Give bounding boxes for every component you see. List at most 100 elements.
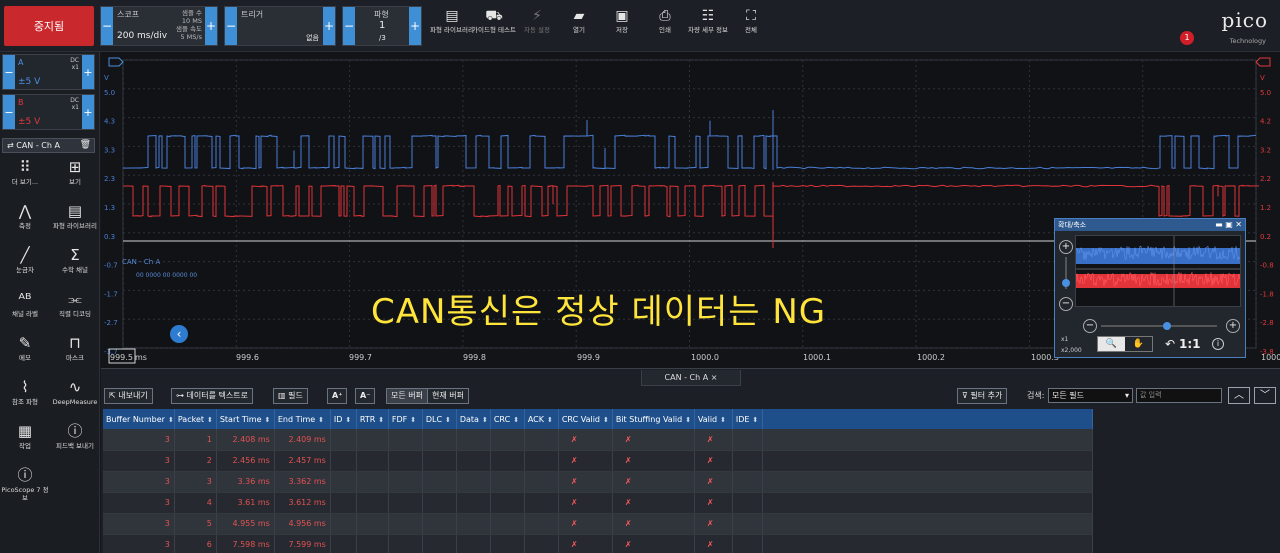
table-row[interactable]: 3 3 3.36 ms 3.362 ms ✗ ✗ ✗ <box>103 471 1093 493</box>
sidebar-button-serial-decode[interactable]: ⫘ 직렬 디코딩 <box>50 290 100 318</box>
sidebar-button-abcd[interactable]: ᴬᴮ 채널 라벨 <box>0 290 50 318</box>
sidebar-button-view-grid[interactable]: ⊞ 보기 <box>50 158 100 186</box>
table-row[interactable]: 3 2 2.456 ms 2.457 ms ✗ ✗ ✗ <box>103 450 1093 472</box>
channel-a-control[interactable]: − A DC x1 ±5 V + <box>2 54 95 90</box>
trigger-control[interactable]: − 트리거 없음 + <box>224 6 336 46</box>
channel-a-decrease-button[interactable]: − <box>3 55 15 89</box>
channel-a-increase-button[interactable]: + <box>82 55 94 89</box>
x-zoom-thumb[interactable] <box>1163 322 1171 330</box>
column-header[interactable]: End Time ⬍ <box>274 409 331 429</box>
sort-icon[interactable]: ⬍ <box>685 416 691 424</box>
search-input[interactable]: 값 입력 <box>1136 388 1222 403</box>
sort-icon[interactable]: ⬍ <box>752 416 758 424</box>
font-decrease-button[interactable]: A⁻ <box>355 388 376 404</box>
column-header[interactable]: CRC Valid ⬍ <box>558 409 613 429</box>
toolbar-fullscreen-button[interactable]: ⛶ 전체 <box>723 6 779 46</box>
timebase-increase-button[interactable]: + <box>205 7 217 45</box>
x-zoom-track[interactable] <box>1101 325 1217 327</box>
zoom-tool-icon[interactable]: 🔍 <box>1098 337 1125 351</box>
search-prev-button[interactable]: ︿ <box>1228 387 1250 404</box>
column-header[interactable]: IDE ⬍ <box>732 409 763 429</box>
sort-icon[interactable]: ⬍ <box>265 416 271 424</box>
scroll-left-button[interactable]: ‹ <box>170 325 188 343</box>
trigger-decrease-button[interactable]: − <box>225 7 237 45</box>
waveform-prev-button[interactable]: − <box>343 7 355 45</box>
zoom-panel-controls[interactable]: ▬ ▣ ✕ <box>1215 219 1242 231</box>
sort-icon[interactable]: ⬍ <box>603 416 609 424</box>
sort-icon[interactable]: ⬍ <box>720 416 726 424</box>
sort-icon[interactable]: ⬍ <box>378 416 384 424</box>
channel-b-control[interactable]: − B DC x1 ±5 V + <box>2 94 95 130</box>
channel-b-increase-button[interactable]: + <box>82 95 94 129</box>
column-header[interactable]: Bit Stuffing Valid ⬍ <box>612 409 695 429</box>
y-zoom-thumb[interactable] <box>1062 279 1070 287</box>
sidebar-button-library[interactable]: ▤ 파형 라이브러리 <box>50 202 100 230</box>
search-next-button[interactable]: ﹀ <box>1254 387 1276 404</box>
undo-zoom-icon[interactable]: ↶ <box>1165 337 1175 351</box>
current-buffer-button[interactable]: 현재 버퍼 <box>427 388 469 404</box>
trash-icon[interactable]: 🗑 <box>80 139 91 152</box>
sidebar-button-reference[interactable]: ⌇ 참조 파형 <box>0 378 50 406</box>
sidebar-button-sigma[interactable]: Σ 수학 채널 <box>50 246 100 274</box>
sidebar-button-deepmeasure[interactable]: ∿ DeepMeasure <box>50 378 100 406</box>
channel-b-decrease-button[interactable]: − <box>3 95 15 129</box>
zoom-ratio[interactable]: 1:1 <box>1179 337 1201 351</box>
zoom-out-y-button[interactable]: − <box>1059 297 1073 311</box>
notification-badge[interactable]: 1 <box>1180 31 1194 45</box>
sort-icon[interactable]: ⬍ <box>410 416 416 424</box>
table-row[interactable]: 3 5 4.955 ms 4.956 ms ✗ ✗ ✗ <box>103 513 1093 535</box>
column-header[interactable]: DLC ⬍ <box>422 409 457 429</box>
sort-icon[interactable]: ⬍ <box>345 416 351 424</box>
zoom-out-x-button[interactable]: − <box>1083 319 1097 333</box>
pan-hand-icon[interactable]: ✋ <box>1125 337 1152 351</box>
table-row[interactable]: 3 1 2.408 ms 2.409 ms ✗ ✗ ✗ <box>103 429 1093 451</box>
data-as-text-button[interactable]: ⊶ 데이터를 텍스트로 <box>171 388 253 404</box>
search-field-select[interactable]: 모든 필드 ▾ <box>1048 388 1133 403</box>
timebase-decrease-button[interactable]: − <box>101 7 113 45</box>
sort-icon[interactable]: ⬍ <box>513 416 519 424</box>
trigger-increase-button[interactable]: + <box>323 7 335 45</box>
column-header[interactable]: RTR ⬍ <box>356 409 389 429</box>
sort-icon[interactable]: ⬍ <box>207 416 213 424</box>
sidebar-button-mask[interactable]: ⊓ 마스크 <box>50 334 100 362</box>
decode-table[interactable]: Buffer Number ⬍ Packet ⬍ Start Time ⬍ End Time… <box>103 409 1093 553</box>
column-header[interactable]: Start Time ⬍ <box>216 409 275 429</box>
sidebar-button-measure[interactable]: ⋀ 측정 <box>0 202 50 230</box>
zoom-overview-panel[interactable]: 확대/축소 ▬ ▣ ✕ + − − + x1 x2,000 🔍 ✋ ↶ 1:1 i <box>1054 218 1246 358</box>
sort-icon[interactable]: ⬍ <box>318 416 324 424</box>
decode-pane-tab[interactable]: CAN - Ch A × <box>641 370 741 386</box>
font-increase-button[interactable]: A⁺ <box>327 388 348 404</box>
sort-icon[interactable]: ⬍ <box>482 416 488 424</box>
export-button[interactable]: ⇱ 내보내기 <box>104 388 153 404</box>
timebase-control[interactable]: − 스코프 200 ms/div 샘플 수 10 MS 샘플 속도 5 MS/s… <box>100 6 218 46</box>
column-header[interactable]: Data ⬍ <box>456 409 491 429</box>
sidebar-button-feedback[interactable]: ⓘ 피드백 보내기 <box>50 422 100 450</box>
fields-button[interactable]: ▥ 필드 <box>273 388 308 404</box>
column-header[interactable]: Valid ⬍ <box>694 409 733 429</box>
zoom-overview[interactable] <box>1075 235 1241 307</box>
sort-icon[interactable]: ⬍ <box>547 416 553 424</box>
all-buffers-button[interactable]: 모든 버퍼 <box>386 388 428 404</box>
column-header[interactable]: FDF ⬍ <box>388 409 423 429</box>
sort-icon[interactable]: ⬍ <box>168 416 174 424</box>
sidebar-button-ruler[interactable]: ╱ 눈금자 <box>0 246 50 274</box>
waveform-next-button[interactable]: + <box>409 7 421 45</box>
sidebar-button-note[interactable]: ✎ 메모 <box>0 334 50 362</box>
sidebar-button-info[interactable]: ⓘ PicoScope 7 정보 <box>0 466 50 502</box>
table-row[interactable]: 3 4 3.61 ms 3.612 ms ✗ ✗ ✗ <box>103 492 1093 514</box>
column-header[interactable]: ACK ⬍ <box>524 409 559 429</box>
decoder-tab[interactable]: ⇄ CAN - Ch A 🗑 <box>2 138 95 153</box>
sidebar-button-more-dots[interactable]: ⠿ 더 보기... <box>0 158 50 186</box>
column-header[interactable]: CRC ⬍ <box>490 409 525 429</box>
table-row[interactable]: 3 6 7.598 ms 7.599 ms ✗ ✗ ✗ <box>103 534 1093 553</box>
zoom-in-x-button[interactable]: + <box>1226 319 1240 333</box>
run-stop-button[interactable]: 중지됨 <box>4 6 94 46</box>
sidebar-button-clapper[interactable]: ▦ 작업 <box>0 422 50 450</box>
column-header[interactable]: Packet ⬍ <box>174 409 217 429</box>
zoom-in-y-button[interactable]: + <box>1059 240 1073 254</box>
column-header[interactable]: Buffer Number ⬍ <box>103 409 175 429</box>
waveform-control[interactable]: − 파형 1 /3 + <box>342 6 422 46</box>
info-icon[interactable]: i <box>1212 338 1224 350</box>
close-icon[interactable]: × <box>711 373 718 382</box>
add-filter-button[interactable]: ⊽ 필터 추가 <box>957 388 1008 404</box>
